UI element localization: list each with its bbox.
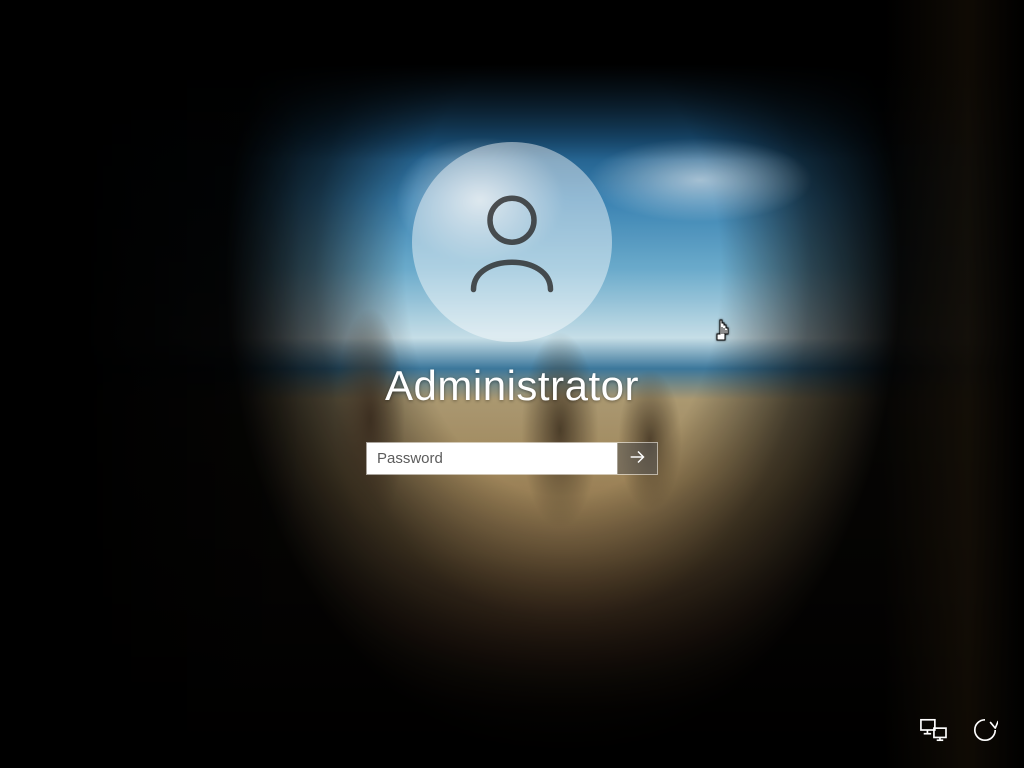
password-input[interactable] (367, 443, 617, 474)
background-shadow (0, 0, 300, 768)
user-icon (457, 185, 567, 300)
system-tray (918, 718, 1000, 746)
mouse-cursor (714, 318, 736, 346)
ease-of-access-icon (972, 717, 998, 748)
arrow-right-icon (627, 446, 649, 471)
username-label: Administrator (385, 362, 639, 410)
submit-button[interactable] (617, 443, 657, 474)
background-shadow (884, 0, 1024, 768)
password-row (366, 442, 658, 475)
network-button[interactable] (918, 718, 948, 746)
ease-of-access-button[interactable] (970, 718, 1000, 746)
user-avatar (412, 142, 612, 342)
network-icon (918, 717, 948, 748)
login-panel: Administrator (366, 142, 658, 475)
